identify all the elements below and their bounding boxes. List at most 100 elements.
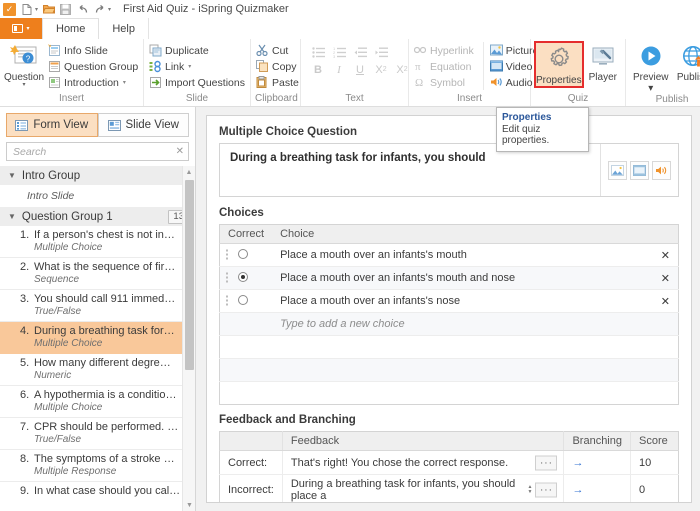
paste-button[interactable]: Paste <box>255 75 302 90</box>
insert-video-icon[interactable] <box>630 160 649 180</box>
save-icon[interactable] <box>59 3 72 16</box>
copy-button[interactable]: Copy <box>255 59 302 74</box>
undo-icon[interactable] <box>76 3 89 16</box>
choice-correct-cell[interactable] <box>219 243 273 267</box>
choice-text[interactable]: Place a mouth over an infants's nose <box>272 289 653 313</box>
preview-button[interactable]: Preview ▾ <box>630 42 672 94</box>
chevron-down-icon[interactable]: ▼ <box>8 212 16 221</box>
insert-question-group-button[interactable]: Question Group <box>47 59 141 74</box>
list-scrollbar[interactable]: ▲ ▼ <box>182 166 195 511</box>
cut-button[interactable]: Cut <box>255 43 302 58</box>
publish-button[interactable]: Publish <box>673 42 700 83</box>
table-row[interactable]: Place a mouth over an infants's nose ✕ <box>219 289 679 313</box>
score-cell[interactable]: 10 <box>630 450 679 475</box>
list-item[interactable]: 3. You should call 911 immed… True/False <box>0 290 195 322</box>
table-row[interactable]: Incorrect: During a breathing task for i… <box>219 474 679 503</box>
symbol-button[interactable]: Ω Symbol <box>413 75 477 90</box>
insert-question-button[interactable]: ? Question ▾ <box>4 42 44 88</box>
scrollbar-thumb[interactable] <box>185 180 194 370</box>
feedback-spinner-icon[interactable]: ▲ ▼ <box>528 485 533 495</box>
drag-handle-icon[interactable] <box>226 249 228 261</box>
slide-view-button[interactable]: Slide View <box>97 113 189 137</box>
import-questions-button[interactable]: Import Questions <box>148 75 248 90</box>
table-row[interactable]: Place a mouth over an infants's mouth an… <box>219 266 679 290</box>
search-input[interactable] <box>11 144 176 159</box>
list-item[interactable]: 6. A hypothermia is a conditio… Multiple… <box>0 386 195 418</box>
branching-arrow-icon[interactable]: → <box>572 484 583 496</box>
delete-choice-icon[interactable]: ✕ <box>652 266 679 290</box>
group-header-intro[interactable]: ▼ Intro Group <box>0 166 195 185</box>
add-choice-row[interactable]: Type to add a new choice <box>219 312 679 336</box>
list-item[interactable]: 1. If a person's chest is not in… Multip… <box>0 226 195 258</box>
italic-icon[interactable]: I <box>332 63 346 76</box>
choice-radio[interactable] <box>238 294 248 305</box>
tab-help[interactable]: Help <box>99 18 149 39</box>
search-bar[interactable]: ✕ <box>6 142 189 161</box>
quiz-player-button[interactable]: Player <box>585 42 621 83</box>
list-item[interactable]: 5. How many different degre… Numeric <box>0 354 195 386</box>
customize-qat-icon[interactable]: ▾ <box>108 6 111 13</box>
table-row[interactable]: Place a mouth over an infants's mouth ✕ <box>219 243 679 267</box>
chevron-down-icon[interactable]: ▾ <box>188 63 191 70</box>
delete-choice-icon[interactable]: ✕ <box>652 243 679 267</box>
form-view-button[interactable]: Form View <box>6 113 98 137</box>
table-row[interactable]: Correct: That's right! You chose the cor… <box>219 450 679 475</box>
choice-text[interactable]: Place a mouth over an infants's mouth <box>272 243 653 267</box>
redo-icon[interactable] <box>93 3 106 16</box>
insert-introduction-button[interactable]: Introduction ▾ <box>47 75 141 90</box>
delete-choice-icon[interactable]: ✕ <box>652 289 679 313</box>
list-item[interactable]: 9. In what case should you cal… <box>0 482 195 501</box>
feedback-more-button[interactable]: ··· <box>535 455 558 470</box>
choice-radio[interactable] <box>238 248 248 259</box>
add-choice-placeholder[interactable]: Type to add a new choice <box>272 312 679 336</box>
insert-audio-icon[interactable] <box>652 160 671 180</box>
new-icon[interactable] <box>20 3 33 16</box>
numbered-list-icon[interactable]: 123 <box>332 46 346 59</box>
duplicate-button[interactable]: Duplicate <box>148 43 248 58</box>
choice-text[interactable]: Place a mouth over an infants's mouth an… <box>272 266 653 290</box>
bullet-list-icon[interactable] <box>311 46 325 59</box>
insert-info-slide-button[interactable]: Info Slide <box>47 43 141 58</box>
chevron-down-icon[interactable]: ▾ <box>23 82 26 88</box>
branching-arrow-icon[interactable]: → <box>572 457 583 469</box>
file-menu-button[interactable]: ▾ <box>0 18 42 39</box>
chevron-down-icon[interactable]: ▼ <box>8 171 16 180</box>
list-item[interactable]: 8. The symptoms of a stroke … Multiple R… <box>0 450 195 482</box>
chevron-down-icon[interactable]: ▾ <box>123 79 126 86</box>
branching-cell[interactable]: → <box>563 450 631 475</box>
new-dropdown-icon[interactable]: ▾ <box>35 6 38 13</box>
link-button[interactable]: Link ▾ <box>148 59 248 74</box>
group-header-question-group-1[interactable]: ▼ Question Group 1 13 <box>0 207 195 226</box>
open-icon[interactable] <box>42 3 55 16</box>
quiz-properties-button[interactable]: Properties <box>534 41 584 88</box>
list-item[interactable]: 2. What is the sequence of fir… Sequence <box>0 258 195 290</box>
increase-indent-icon[interactable] <box>374 46 388 59</box>
bold-icon[interactable]: B <box>311 63 325 76</box>
list-item-intro-slide[interactable]: Intro Slide <box>0 185 195 207</box>
hyperlink-button[interactable]: Hyperlink <box>413 43 477 58</box>
question-text-box[interactable]: During a breathing task for infants, you… <box>219 143 679 197</box>
drag-handle-icon[interactable] <box>226 272 228 284</box>
feedback-more-button[interactable]: ··· <box>535 482 558 498</box>
list-item[interactable]: 7. CPR should be performed. … True/False <box>0 418 195 450</box>
clear-icon[interactable]: ✕ <box>176 146 184 157</box>
drag-handle-icon[interactable] <box>226 295 228 307</box>
choice-correct-cell[interactable] <box>219 266 273 290</box>
list-item-selected[interactable]: 4. During a breathing task for… Multiple… <box>0 322 195 354</box>
decrease-indent-icon[interactable] <box>353 46 367 59</box>
choice-radio-selected[interactable] <box>238 271 248 282</box>
subscript-icon[interactable]: X2 <box>374 63 388 76</box>
choice-correct-cell[interactable] <box>219 289 273 313</box>
chevron-down-icon[interactable]: ▾ <box>648 83 653 94</box>
tab-home[interactable]: Home <box>42 18 100 40</box>
branching-cell[interactable]: → <box>563 474 631 502</box>
scroll-down-icon[interactable]: ▼ <box>183 499 195 511</box>
feedback-row-text[interactable]: That's right! You chose the correct resp… <box>282 450 565 475</box>
equation-button[interactable]: π Equation <box>413 59 477 74</box>
superscript-icon[interactable]: X2 <box>395 63 409 76</box>
scroll-up-icon[interactable]: ▲ <box>183 166 195 178</box>
underline-icon[interactable]: U <box>353 63 367 76</box>
insert-picture-icon[interactable] <box>608 160 627 180</box>
score-cell[interactable]: 0 <box>631 475 679 503</box>
feedback-row-text[interactable]: During a breathing task for infants, you… <box>282 474 565 502</box>
